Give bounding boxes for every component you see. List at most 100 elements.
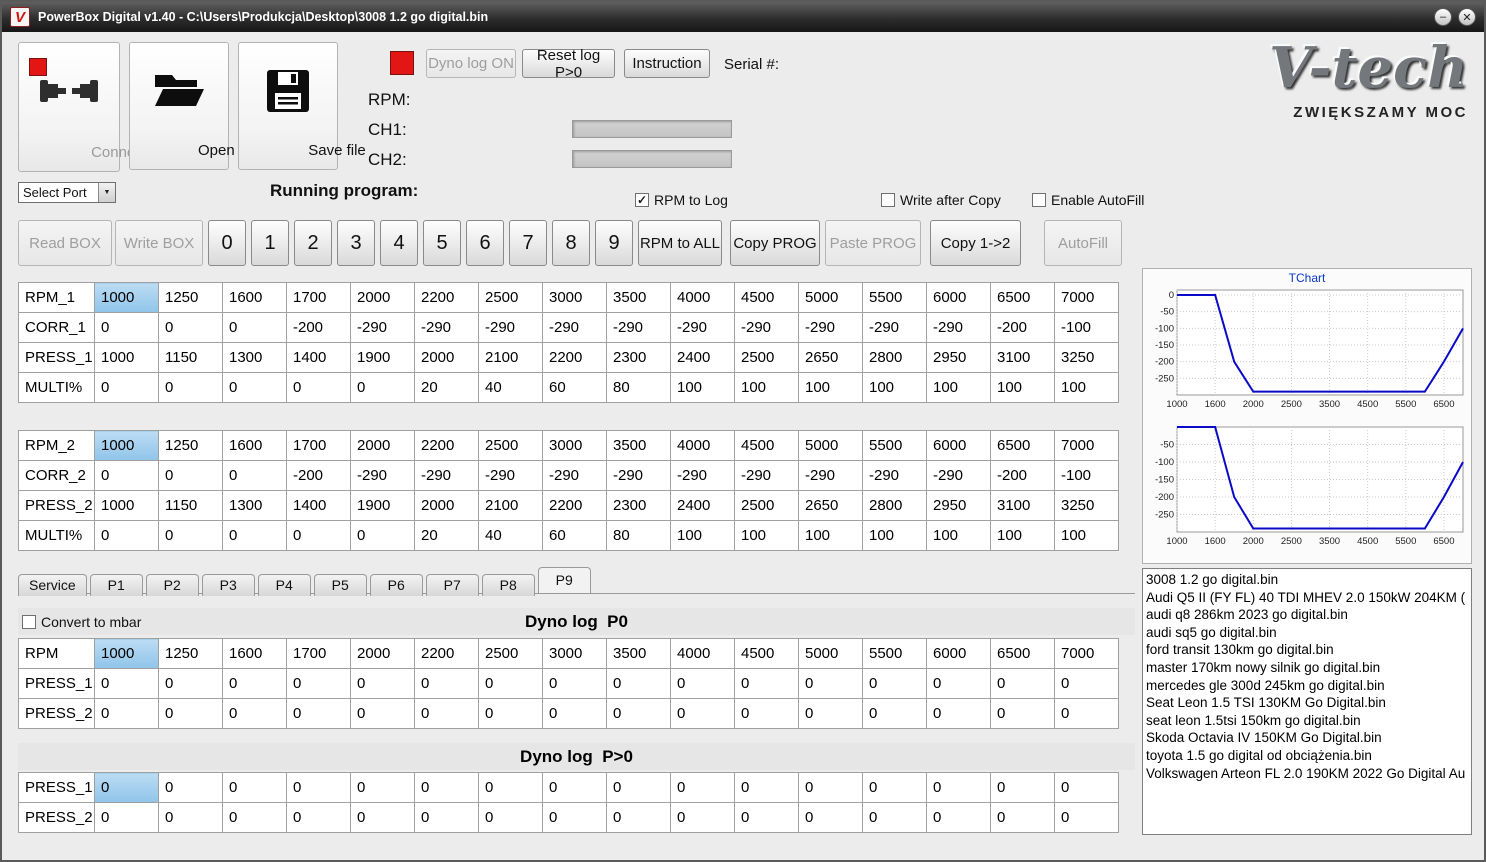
- table-cell[interactable]: 1000: [94, 490, 159, 521]
- table-cell[interactable]: 2100: [478, 490, 543, 521]
- table-cell[interactable]: 0: [222, 460, 287, 491]
- table-cell[interactable]: 100: [670, 520, 735, 551]
- table-cell[interactable]: 0: [734, 802, 799, 833]
- table-cell[interactable]: 100: [670, 372, 735, 403]
- table-cell[interactable]: 3000: [542, 282, 607, 313]
- file-list-item[interactable]: Skoda Octavia IV 150KM Go Digital.bin: [1146, 729, 1468, 747]
- table-cell[interactable]: 0: [222, 312, 287, 343]
- digit-button-7[interactable]: 7: [509, 220, 547, 266]
- tab-p6[interactable]: P6: [369, 574, 423, 596]
- table-cell[interactable]: 0: [414, 668, 479, 699]
- table-cell[interactable]: 0: [158, 668, 223, 699]
- table-cell[interactable]: 2800: [862, 342, 927, 373]
- table-cell[interactable]: 0: [478, 802, 543, 833]
- table-cell[interactable]: 0: [990, 772, 1055, 803]
- table-cell[interactable]: 0: [94, 772, 159, 803]
- table-cell[interactable]: 0: [606, 802, 671, 833]
- convert-to-mbar-checkbox[interactable]: Convert to mbar: [22, 614, 141, 630]
- table-cell[interactable]: 3000: [542, 430, 607, 461]
- table-cell[interactable]: -290: [862, 312, 927, 343]
- table-cell[interactable]: 0: [606, 668, 671, 699]
- table-cell[interactable]: 2500: [478, 430, 543, 461]
- file-list-item[interactable]: mercedes gle 300d 245km go digital.bin: [1146, 677, 1468, 695]
- save-file-button[interactable]: Save file: [238, 42, 366, 170]
- table-cell[interactable]: 2000: [350, 430, 415, 461]
- table-cell[interactable]: 100: [990, 372, 1055, 403]
- table-cell[interactable]: 1900: [350, 342, 415, 373]
- table-cell[interactable]: 4500: [734, 638, 799, 669]
- table-cell[interactable]: 0: [734, 772, 799, 803]
- table-cell[interactable]: -290: [414, 312, 479, 343]
- table-cell[interactable]: 40: [478, 520, 543, 551]
- table-cell[interactable]: 0: [1054, 668, 1119, 699]
- table-cell[interactable]: 0: [222, 372, 287, 403]
- table-cell[interactable]: 2500: [734, 490, 799, 521]
- rpm-to-log-checkbox[interactable]: ✓ RPM to Log: [635, 192, 728, 208]
- file-list-item[interactable]: 3008 1.2 go digital.bin: [1146, 571, 1468, 589]
- table-cell[interactable]: 3250: [1054, 342, 1119, 373]
- table-cell[interactable]: 5000: [798, 430, 863, 461]
- table-cell[interactable]: 0: [670, 668, 735, 699]
- table-cell[interactable]: 0: [542, 802, 607, 833]
- file-list-item[interactable]: toyota 1.5 go digital od obciążenia.bin: [1146, 747, 1468, 765]
- table-cell[interactable]: 0: [158, 460, 223, 491]
- table-cell[interactable]: 2000: [414, 490, 479, 521]
- table-cell[interactable]: 2000: [350, 638, 415, 669]
- digit-button-4[interactable]: 4: [380, 220, 418, 266]
- table-cell[interactable]: 0: [286, 520, 351, 551]
- table-cell[interactable]: -290: [734, 312, 799, 343]
- table-cell[interactable]: 0: [350, 520, 415, 551]
- table-cell[interactable]: 6500: [990, 638, 1055, 669]
- table-cell[interactable]: 100: [862, 520, 927, 551]
- table-cell[interactable]: 0: [350, 668, 415, 699]
- table-cell[interactable]: 0: [990, 698, 1055, 729]
- table-cell[interactable]: 0: [94, 372, 159, 403]
- table-cell[interactable]: 1400: [286, 342, 351, 373]
- enable-autofill-checkbox[interactable]: Enable AutoFill: [1032, 192, 1144, 208]
- table-cell[interactable]: 0: [350, 372, 415, 403]
- table-cell[interactable]: 0: [478, 772, 543, 803]
- table-cell[interactable]: 100: [734, 372, 799, 403]
- table-cell[interactable]: 0: [862, 668, 927, 699]
- table-cell[interactable]: 2400: [670, 342, 735, 373]
- table-cell[interactable]: -100: [1054, 460, 1119, 491]
- table-cell[interactable]: -290: [350, 460, 415, 491]
- table-cell[interactable]: 0: [926, 698, 991, 729]
- table-cell[interactable]: 2950: [926, 490, 991, 521]
- table-cell[interactable]: 0: [158, 520, 223, 551]
- table-cell[interactable]: 1600: [222, 430, 287, 461]
- table-cell[interactable]: 1600: [222, 638, 287, 669]
- file-list-item[interactable]: ford transit 130km go digital.bin: [1146, 641, 1468, 659]
- table-cell[interactable]: 1400: [286, 490, 351, 521]
- table-cell[interactable]: 0: [798, 668, 863, 699]
- table-cell[interactable]: 2500: [478, 638, 543, 669]
- table-cell[interactable]: 60: [542, 372, 607, 403]
- close-icon[interactable]: ✕: [1458, 8, 1476, 26]
- table-cell[interactable]: 0: [478, 668, 543, 699]
- table-cell[interactable]: 2500: [478, 282, 543, 313]
- select-port-dropdown[interactable]: Select Port ▼: [18, 182, 116, 203]
- table-cell[interactable]: 0: [798, 772, 863, 803]
- table-cell[interactable]: 0: [350, 698, 415, 729]
- table-cell[interactable]: -200: [286, 312, 351, 343]
- dyno-log-button[interactable]: Dyno log ON: [426, 49, 516, 78]
- table-cell[interactable]: 5000: [798, 638, 863, 669]
- table-cell[interactable]: 0: [798, 802, 863, 833]
- table-cell[interactable]: 1250: [158, 282, 223, 313]
- table-cell[interactable]: 2950: [926, 342, 991, 373]
- table-cell[interactable]: 0: [926, 668, 991, 699]
- table-cell[interactable]: 0: [94, 460, 159, 491]
- table-cell[interactable]: 0: [862, 772, 927, 803]
- table-cell[interactable]: 2200: [414, 430, 479, 461]
- rpm-to-all-button[interactable]: RPM to ALL: [638, 220, 722, 266]
- table-cell[interactable]: 0: [862, 698, 927, 729]
- table-cell[interactable]: 0: [286, 668, 351, 699]
- digit-button-5[interactable]: 5: [423, 220, 461, 266]
- table-cell[interactable]: 1300: [222, 342, 287, 373]
- write-after-copy-checkbox[interactable]: Write after Copy: [881, 192, 1001, 208]
- table-cell[interactable]: 4500: [734, 282, 799, 313]
- tab-p8[interactable]: P8: [481, 574, 535, 596]
- table-cell[interactable]: 0: [606, 698, 671, 729]
- table-cell[interactable]: 3100: [990, 342, 1055, 373]
- table-cell[interactable]: 0: [606, 772, 671, 803]
